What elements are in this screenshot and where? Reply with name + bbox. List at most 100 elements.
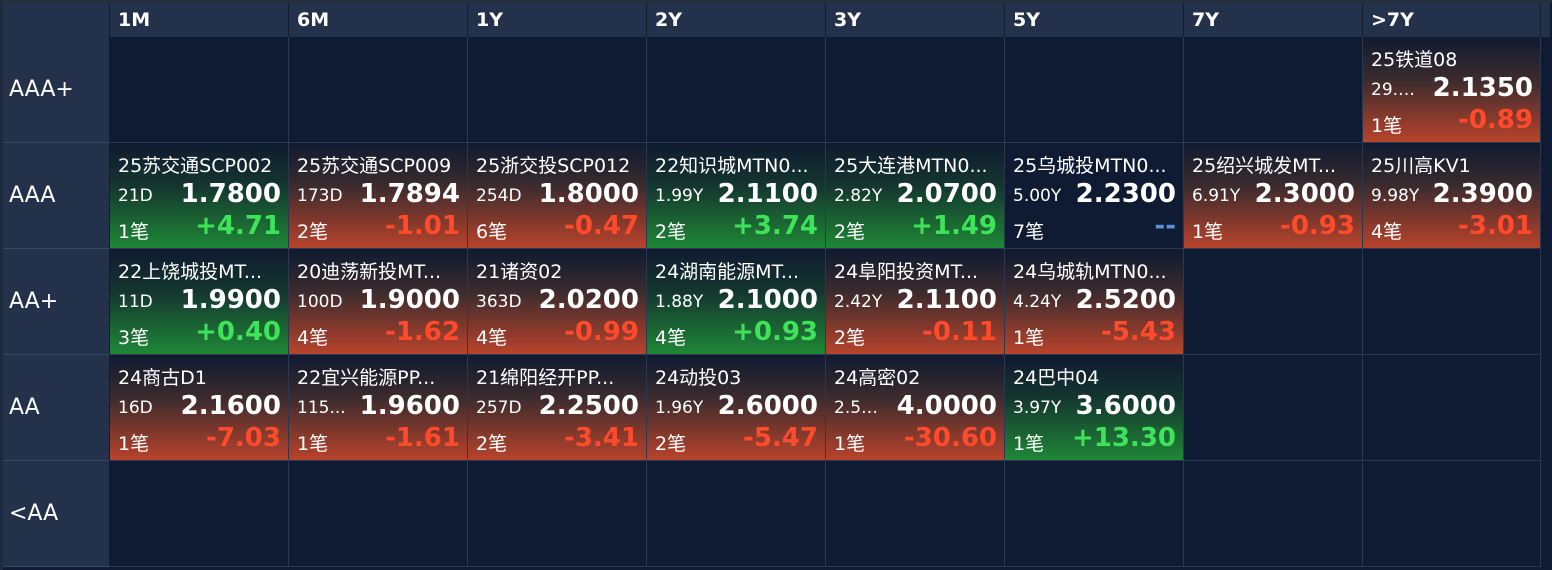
bond-name: 22知识城MTN0... — [655, 155, 809, 177]
bond-name: 22上饶城投MT... — [118, 261, 263, 283]
remaining-term: 11D — [118, 292, 153, 312]
trade-count: 1笔 — [297, 433, 329, 455]
row-label: AA — [3, 355, 110, 461]
bond-cell[interactable]: 25川高KV1 9.98Y 2.3900 4笔 -3.01 — [1363, 143, 1541, 249]
row-gutter — [1541, 37, 1550, 143]
col-header-5y[interactable]: 5Y — [1005, 3, 1184, 37]
yield-change: -5.43 — [1101, 317, 1176, 347]
bond-name: 25浙交投SCP012 — [476, 155, 631, 177]
yield-change: -1.61 — [385, 423, 460, 453]
bond-cell[interactable]: 21绵阳经开PP... 257D 2.2500 2笔 -3.41 — [468, 355, 647, 461]
empty-cell — [1363, 249, 1541, 355]
remaining-term: 257D — [476, 398, 522, 418]
trade-count: 2笔 — [476, 433, 508, 455]
remaining-term: 9.98Y — [1371, 186, 1420, 206]
row-gutter — [1541, 461, 1550, 567]
bond-cell[interactable]: 22上饶城投MT... 11D 1.9900 3笔 +0.40 — [110, 249, 289, 355]
row-label: AAA+ — [3, 37, 110, 143]
remaining-term: 4.24Y — [1013, 292, 1062, 312]
bond-name: 24动投03 — [655, 367, 742, 389]
empty-cell — [110, 37, 289, 143]
remaining-term: 1.96Y — [655, 398, 704, 418]
col-header-6m[interactable]: 6M — [289, 3, 468, 37]
empty-cell — [1363, 461, 1541, 567]
trade-count: 1笔 — [834, 433, 866, 455]
bond-cell[interactable]: 22宜兴能源PP... 115... 1.9600 1笔 -1.61 — [289, 355, 468, 461]
bond-cell[interactable]: 25苏交通SCP009 173D 1.7894 2笔 -1.01 — [289, 143, 468, 249]
bond-cell[interactable]: 25乌城投MTN0... 5.00Y 2.2300 7笔 -- — [1005, 143, 1184, 249]
col-header-2y[interactable]: 2Y — [647, 3, 826, 37]
trade-count: 1笔 — [1192, 221, 1224, 243]
yield-value: 1.9900 — [180, 285, 281, 315]
empty-cell — [1184, 37, 1363, 143]
yield-change: -0.89 — [1458, 105, 1533, 135]
bond-cell[interactable]: 24高密02 2.58... 4.0000 1笔 -30.60 — [826, 355, 1005, 461]
trade-count: 6笔 — [476, 221, 508, 243]
bond-cell[interactable]: 25铁道08 29.9... 2.1350 1笔 -0.89 — [1363, 37, 1541, 143]
trade-count: 4笔 — [1371, 221, 1403, 243]
remaining-term: 6.91Y — [1192, 186, 1241, 206]
remaining-term: 29.9... — [1371, 80, 1421, 100]
bond-cell[interactable]: 25绍兴城发MT... 6.91Y 2.3000 1笔 -0.93 — [1184, 143, 1363, 249]
col-header-7y[interactable]: 7Y — [1184, 3, 1363, 37]
bond-cell[interactable]: 24商古D1 16D 2.1600 1笔 -7.03 — [110, 355, 289, 461]
bond-cell[interactable]: 24动投03 1.96Y 2.6000 2笔 -5.47 — [647, 355, 826, 461]
yield-value: 2.1600 — [180, 391, 281, 421]
bond-name: 20迪荡新投MT... — [297, 261, 442, 283]
trade-count: 1笔 — [1371, 115, 1403, 137]
trade-count: 1笔 — [1013, 327, 1045, 349]
bond-cell[interactable]: 25浙交投SCP012 254D 1.8000 6笔 -0.47 — [468, 143, 647, 249]
remaining-term: 2.82Y — [834, 186, 883, 206]
yield-value: 2.1100 — [717, 179, 818, 209]
empty-cell — [289, 37, 468, 143]
remaining-term: 5.00Y — [1013, 186, 1062, 206]
empty-cell — [1184, 249, 1363, 355]
yield-change: +4.71 — [195, 211, 281, 241]
yield-value: 2.2500 — [538, 391, 639, 421]
empty-cell — [826, 37, 1005, 143]
yield-value: 2.1000 — [717, 285, 818, 315]
trade-count: 7笔 — [1013, 221, 1045, 243]
bond-name: 24乌城轨MTN0... — [1013, 261, 1167, 283]
remaining-term: 363D — [476, 292, 522, 312]
trade-count: 4笔 — [655, 327, 687, 349]
empty-cell — [289, 461, 468, 567]
yield-value: 1.8000 — [538, 179, 639, 209]
remaining-term: 2.58... — [834, 398, 884, 418]
yield-change: +13.30 — [1071, 423, 1176, 453]
trade-count: 3笔 — [118, 327, 150, 349]
col-header-over-7y[interactable]: >7Y — [1363, 3, 1541, 37]
remaining-term: 21D — [118, 186, 153, 206]
bond-cell[interactable]: 24巴中04 3.97Y 3.6000 1笔 +13.30 — [1005, 355, 1184, 461]
remaining-term: 254D — [476, 186, 522, 206]
col-header-3y[interactable]: 3Y — [826, 3, 1005, 37]
trade-count: 1笔 — [118, 221, 150, 243]
bond-name: 25川高KV1 — [1371, 155, 1471, 177]
bond-cell[interactable]: 21诸资02 363D 2.0200 4笔 -0.99 — [468, 249, 647, 355]
yield-change: +1.49 — [911, 211, 997, 241]
col-header-1m[interactable]: 1M — [110, 3, 289, 37]
yield-value: 1.7800 — [180, 179, 281, 209]
yield-change: -30.60 — [903, 423, 997, 453]
trade-count: 2笔 — [834, 327, 866, 349]
bond-cell[interactable]: 22知识城MTN0... 1.99Y 2.1100 2笔 +3.74 — [647, 143, 826, 249]
remaining-term: 173D — [297, 186, 343, 206]
bond-name: 24阜阳投资MT... — [834, 261, 979, 283]
yield-value: 2.0700 — [896, 179, 997, 209]
bond-cell[interactable]: 24乌城轨MTN0... 4.24Y 2.5200 1笔 -5.43 — [1005, 249, 1184, 355]
empty-cell — [826, 461, 1005, 567]
bond-cell[interactable]: 25苏交通SCP002 21D 1.7800 1笔 +4.71 — [110, 143, 289, 249]
trade-count: 2笔 — [834, 221, 866, 243]
yield-value: 2.0200 — [538, 285, 639, 315]
bond-cell[interactable]: 24湖南能源MT... 1.88Y 2.1000 4笔 +0.93 — [647, 249, 826, 355]
empty-cell — [110, 461, 289, 567]
col-header-1y[interactable]: 1Y — [468, 3, 647, 37]
yield-change: -0.99 — [564, 317, 639, 347]
bond-cell[interactable]: 20迪荡新投MT... 100D 1.9000 4笔 -1.62 — [289, 249, 468, 355]
bond-cell[interactable]: 24阜阳投资MT... 2.42Y 2.1100 2笔 -0.11 — [826, 249, 1005, 355]
bond-name: 24商古D1 — [118, 367, 207, 389]
yield-value: 1.9600 — [359, 391, 460, 421]
bond-cell[interactable]: 25大连港MTN0... 2.82Y 2.0700 2笔 +1.49 — [826, 143, 1005, 249]
empty-cell — [1363, 355, 1541, 461]
bond-name: 25绍兴城发MT... — [1192, 155, 1337, 177]
